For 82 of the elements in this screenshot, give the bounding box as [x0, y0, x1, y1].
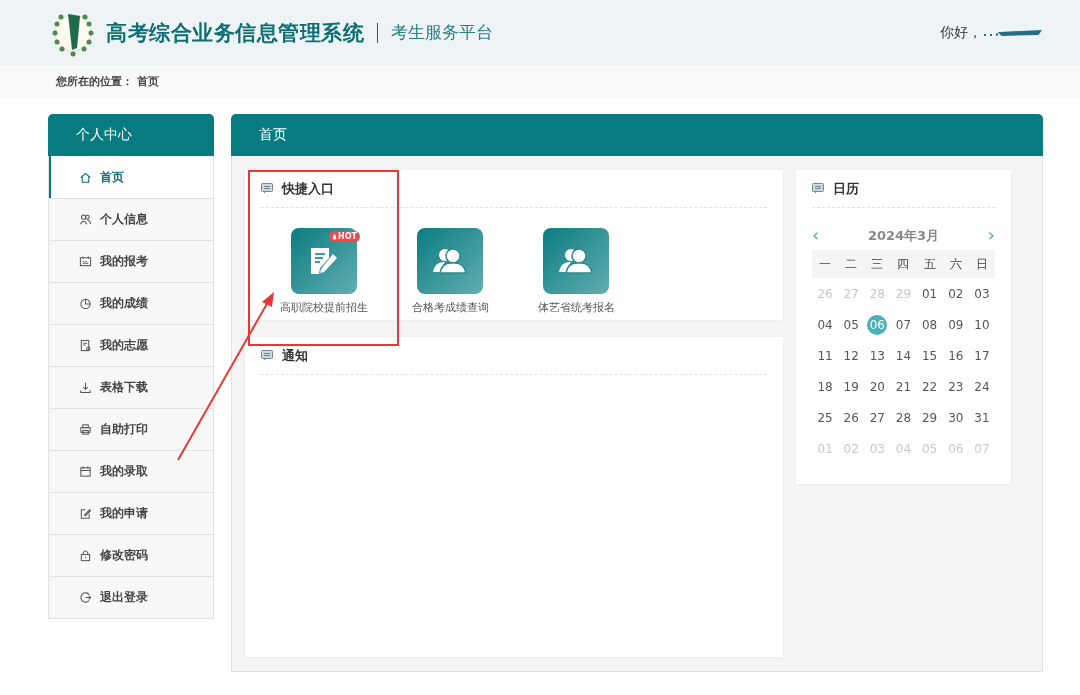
weekday-label: 五	[923, 255, 936, 273]
shortcut-button[interactable]	[417, 228, 483, 294]
calendar-icon	[79, 255, 92, 268]
calendar-day[interactable]: 03	[971, 283, 992, 304]
calendar-day[interactable]: 21	[893, 376, 914, 397]
section-title: 快捷入口	[282, 179, 334, 198]
calendar-icon	[79, 465, 92, 478]
calendar-day[interactable]: 19	[841, 376, 862, 397]
sidebar-item[interactable]: 自助打印	[49, 408, 213, 450]
section-title: 日历	[833, 179, 859, 198]
printer-icon	[79, 423, 92, 436]
sidebar-item[interactable]: 我的志愿	[49, 324, 213, 366]
shortcut-label[interactable]: 体艺省统考报名	[537, 300, 615, 315]
calendar-day[interactable]: 25	[815, 407, 836, 428]
weekday-label: 三	[871, 255, 884, 273]
breadcrumb-link[interactable]: 首页	[136, 74, 159, 89]
home-icon	[79, 170, 92, 184]
weekday-label: 六	[949, 255, 962, 273]
calendar-day[interactable]: 13	[867, 345, 888, 366]
calendar-day[interactable]: 27	[867, 407, 888, 428]
app-subtitle: 考生服务平台	[391, 21, 493, 44]
users-icon	[558, 246, 594, 276]
calendar-day[interactable]: 28	[893, 407, 914, 428]
lock-icon	[79, 549, 92, 562]
calendar-day[interactable]: 14	[893, 345, 914, 366]
sidebar-item[interactable]: 表格下载	[49, 366, 213, 408]
calendar-month: 2024年3月	[867, 228, 940, 242]
calendar-day[interactable]: 15	[919, 345, 940, 366]
logout-icon	[79, 591, 92, 604]
calendar-day[interactable]: 16	[945, 345, 966, 366]
panel-header: 首页	[231, 114, 1043, 156]
sidebar-item[interactable]: 我的成绩	[49, 282, 213, 324]
sidebar-item[interactable]: 我的录取	[49, 450, 213, 492]
breadcrumb-label: 您所在的位置：	[56, 74, 133, 89]
calendar-day[interactable]: 29	[919, 407, 940, 428]
pie-chart-icon	[79, 297, 92, 310]
sidebar-item[interactable]: 我的报考	[49, 240, 213, 282]
sidebar-item[interactable]: 修改密码	[49, 534, 213, 576]
calendar-day[interactable]: 26	[841, 407, 862, 428]
calendar-day[interactable]: 20	[867, 376, 888, 397]
calendar-day[interactable]: 11	[815, 345, 836, 366]
calendar-day[interactable]: 23	[945, 376, 966, 397]
sidebar-item[interactable]: 我的申请	[49, 492, 213, 534]
calendar-day[interactable]: 31	[971, 407, 992, 428]
weekday-label: 二	[845, 255, 858, 273]
users-icon	[432, 246, 468, 276]
app-title: 高考综合业务信息管理系统	[106, 19, 364, 47]
calendar-day[interactable]: 22	[919, 376, 940, 397]
calendar-day[interactable]: 18	[815, 376, 836, 397]
download-icon	[79, 381, 92, 394]
document-icon	[79, 339, 92, 352]
weekday-label: 日	[975, 255, 988, 273]
person-icon	[79, 213, 92, 226]
sidebar-item[interactable]: 个人信息	[49, 198, 213, 240]
calendar-day[interactable]: 01	[919, 283, 940, 304]
shortcut-label[interactable]: 高职院校提前招生	[280, 300, 368, 315]
calendar-day[interactable]: 30	[945, 407, 966, 428]
message-icon	[261, 183, 273, 194]
calendar-day[interactable]: 05	[841, 314, 862, 335]
calendar-day[interactable]: 09	[945, 314, 966, 335]
shortcut-label[interactable]: 合格考成绩查询	[411, 300, 489, 315]
weekday-label: 一	[819, 255, 832, 273]
calendar-day[interactable]: 08	[919, 314, 940, 335]
calendar-day[interactable]: 24	[971, 376, 992, 397]
message-icon	[261, 350, 273, 362]
calendar-day[interactable]: 17	[971, 345, 992, 366]
shortcut-button[interactable]	[543, 228, 609, 294]
calendar-day[interactable]: 07	[893, 314, 914, 335]
message-icon	[812, 183, 824, 194]
redaction-mark	[982, 28, 1042, 37]
edit-icon	[79, 507, 92, 520]
sidebar-header: 个人中心	[48, 114, 214, 156]
shortcut-button[interactable]	[291, 228, 357, 294]
weekday-label: 四	[897, 255, 910, 273]
hot-badge: HOT	[329, 231, 360, 242]
calendar-day[interactable]: 12	[841, 345, 862, 366]
section-title: 通知	[282, 346, 308, 365]
calendar-day[interactable]: 10	[971, 314, 992, 335]
sidebar-item[interactable]: 退出登录	[49, 576, 213, 618]
greeting-text: 你好，	[940, 23, 982, 42]
calendar-day[interactable]: 04	[815, 314, 836, 335]
calendar-day[interactable]: 02	[945, 283, 966, 304]
